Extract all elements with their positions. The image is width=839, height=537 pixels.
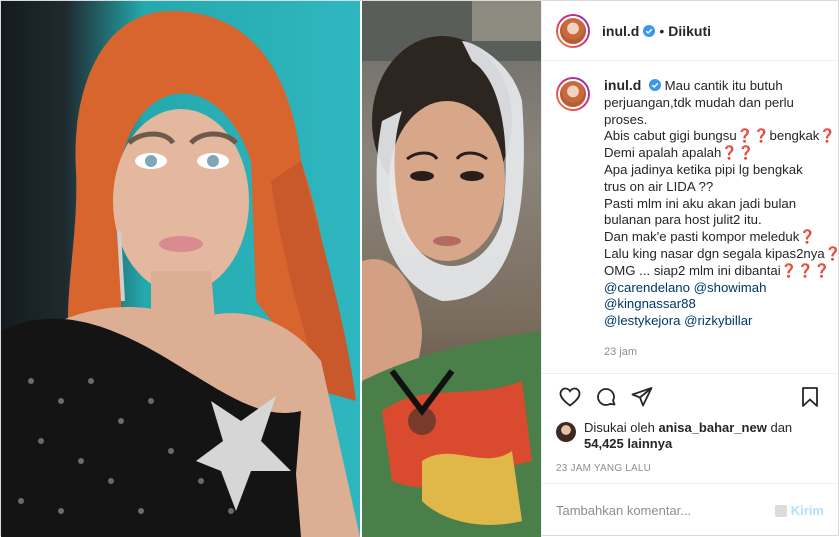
caption-text-line: Lalu king nasar dgn segala kipas2nya❓ <box>604 245 838 261</box>
like-button[interactable] <box>552 379 588 415</box>
action-bar <box>542 374 838 420</box>
caption-text-line: Pasti mlm ini aku akan jadi bulan <box>604 195 797 211</box>
share-button[interactable] <box>624 379 660 415</box>
likes-joiner: dan <box>770 420 793 435</box>
verified-badge-icon <box>643 24 656 37</box>
post-timestamp[interactable]: 23 JAM YANG LALU <box>542 460 838 484</box>
caption-line: inul.d Mau cantik itu butuh <box>604 77 819 95</box>
heart-icon <box>559 387 581 407</box>
caption-author-avatar[interactable] <box>556 77 590 111</box>
share-icon <box>631 387 653 407</box>
likes-count[interactable]: 54,425 lainnya <box>584 436 672 451</box>
liker-username[interactable]: anisa_bahar_new <box>658 420 766 435</box>
caption-text-line: Apa jadinya ketika pipi lg bengkak <box>604 161 803 177</box>
caption-text-line: Dan mak'e pasti kompor meleduk❓ <box>604 229 816 245</box>
post-header: inul.d • Diikuti <box>542 1 838 61</box>
bookmark-icon <box>802 387 818 407</box>
mention-row: @carendelano @showimah <box>604 280 819 297</box>
caption-text-line: perjuangan,tdk mudah dan perlu <box>604 94 794 110</box>
caption-text-line: Mau cantik itu butuh <box>664 78 783 93</box>
portrait-glam-illustration <box>1 11 360 537</box>
header-separator: • <box>659 22 665 39</box>
mention-link[interactable]: @lestykejora <box>604 313 680 328</box>
comment-input[interactable] <box>556 503 775 518</box>
caption-text-line: Abis cabut gigi bungsu❓❓bengkak❓❓ <box>604 128 838 144</box>
caption-text-line: Demi apalah apalah❓❓ <box>604 145 755 161</box>
send-comment-button[interactable]: Kirim <box>774 503 824 518</box>
author-username[interactable]: inul.d <box>602 23 639 39</box>
post-sidebar: inul.d • Diikuti inul.d Mau cantik itu b… <box>541 1 838 537</box>
photo-left <box>1 1 360 537</box>
caption-username[interactable]: inul.d <box>604 77 641 93</box>
comments-section[interactable]: inul.d Mau cantik itu butuh perjuangan,t… <box>542 61 838 374</box>
portrait-swollen-illustration <box>362 1 541 537</box>
photo-right <box>362 1 541 537</box>
send-label: Kirim <box>790 503 824 518</box>
comment-button[interactable] <box>588 379 624 415</box>
caption-body: inul.d Mau cantik itu butuh perjuangan,t… <box>604 77 838 361</box>
save-button[interactable] <box>792 379 828 415</box>
post-media[interactable] <box>1 1 541 537</box>
mention-link[interactable]: @showimah <box>694 280 767 295</box>
caption-time[interactable]: 23 jam <box>604 344 819 361</box>
comment-icon <box>597 388 616 406</box>
mention-link[interactable]: @kingnassar88 <box>604 296 696 311</box>
likes-prefix: Disukai oleh <box>584 420 655 435</box>
likes-text: Disukai oleh anisa_bahar_new dan 54,425 … <box>584 420 792 452</box>
verified-badge-icon <box>649 79 661 91</box>
likes-summary: Disukai oleh anisa_bahar_new dan 54,425 … <box>542 420 838 460</box>
caption-text-line: proses. <box>604 111 648 127</box>
liker-avatar[interactable] <box>556 422 576 442</box>
caption-row: inul.d Mau cantik itu butuh perjuangan,t… <box>556 77 838 361</box>
mention-link[interactable]: @rizkybillar <box>684 313 752 328</box>
send-icon <box>774 504 787 517</box>
mention-row: @lestykejora @rizkybillar <box>604 313 819 330</box>
caption-text-line: OMG ... siap2 mlm ini dibantai❓❓❓ <box>604 262 830 278</box>
add-comment-bar: Kirim <box>542 484 838 537</box>
follow-status-button[interactable]: Diikuti <box>668 23 711 39</box>
caption-text-line: trus on air LIDA ?? <box>604 178 714 194</box>
mention-link[interactable]: @carendelano <box>604 280 690 295</box>
caption-text-line: bulanan para host julit2 itu. <box>604 212 762 228</box>
author-avatar[interactable] <box>556 13 590 48</box>
post-container: inul.d • Diikuti inul.d Mau cantik itu b… <box>0 0 839 537</box>
mention-row: @kingnassar88 <box>604 296 819 313</box>
